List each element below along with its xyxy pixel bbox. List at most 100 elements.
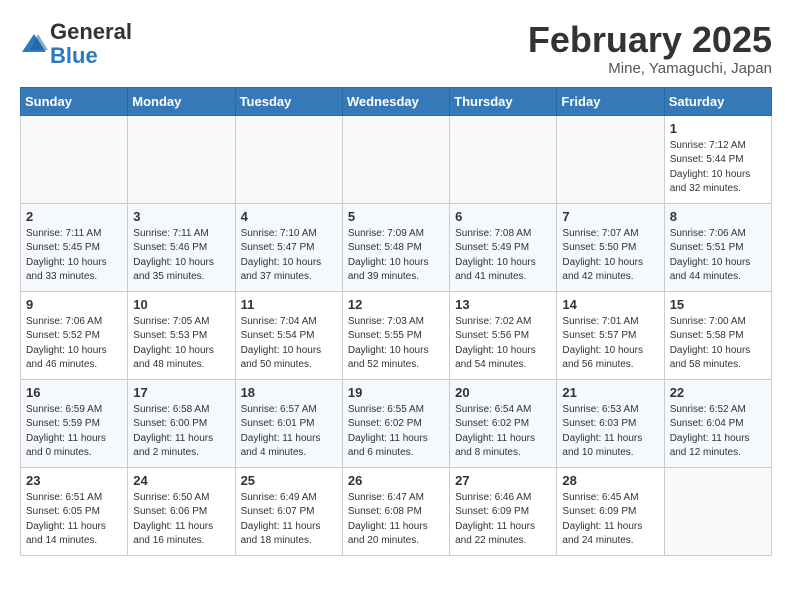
sunrise: Sunrise: 6:50 AM bbox=[133, 492, 209, 503]
day-number: 20 bbox=[455, 385, 551, 400]
sunset: Sunset: 5:50 PM bbox=[562, 242, 636, 253]
sunrise: Sunrise: 6:45 AM bbox=[562, 492, 638, 503]
daylight: Daylight: 10 hours and 46 minutes. bbox=[26, 345, 107, 371]
sunset: Sunset: 5:49 PM bbox=[455, 242, 529, 253]
day-info: Sunrise: 6:46 AMSunset: 6:09 PMDaylight:… bbox=[455, 491, 551, 549]
day-number: 17 bbox=[133, 385, 229, 400]
sunset: Sunset: 5:53 PM bbox=[133, 330, 207, 341]
calendar-cell: 7 Sunrise: 7:07 AM Sunset: 5:50 PM Daylight… bbox=[557, 203, 664, 291]
day-number: 22 bbox=[670, 385, 766, 400]
day-number: 19 bbox=[348, 385, 444, 400]
sunset: Sunset: 5:48 PM bbox=[348, 242, 422, 253]
calendar-cell bbox=[128, 115, 235, 203]
sunset: Sunset: 5:56 PM bbox=[455, 330, 529, 341]
sunrise: Sunrise: 6:52 AM bbox=[670, 404, 746, 415]
sunset: Sunset: 6:02 PM bbox=[348, 418, 422, 429]
daylight: Daylight: 10 hours and 41 minutes. bbox=[455, 257, 536, 283]
sunset: Sunset: 5:59 PM bbox=[26, 418, 100, 429]
calendar-cell: 23Sunrise: 6:51 AMSunset: 6:05 PMDayligh… bbox=[21, 467, 128, 555]
calendar-cell: 22 Sunrise: 6:52 AM Sunset: 6:04 PM Dayligh… bbox=[664, 379, 771, 467]
day-number: 5 bbox=[348, 209, 444, 224]
daylight: Daylight: 10 hours and 33 minutes. bbox=[26, 257, 107, 283]
day-info: Sunrise: 7:07 AM Sunset: 5:50 PM Daylight:… bbox=[562, 227, 658, 285]
sunrise: Sunrise: 6:58 AM bbox=[133, 404, 209, 415]
day-info: Sunrise: 7:05 AMSunset: 5:53 PMDaylight:… bbox=[133, 315, 229, 373]
day-info: Sunrise: 6:45 AMSunset: 6:09 PMDaylight:… bbox=[562, 491, 658, 549]
daylight: Daylight: 10 hours and 58 minutes. bbox=[670, 345, 751, 371]
sunrise: Sunrise: 7:12 AM bbox=[670, 140, 746, 151]
sunrise: Sunrise: 6:55 AM bbox=[348, 404, 424, 415]
sunset: Sunset: 5:57 PM bbox=[562, 330, 636, 341]
day-number: 6 bbox=[455, 209, 551, 224]
calendar-cell: 26Sunrise: 6:47 AMSunset: 6:08 PMDayligh… bbox=[342, 467, 449, 555]
daylight: Daylight: 11 hours and 10 minutes. bbox=[562, 433, 642, 459]
daylight: Daylight: 11 hours and 20 minutes. bbox=[348, 521, 428, 547]
sunset: Sunset: 5:46 PM bbox=[133, 242, 207, 253]
sunset: Sunset: 5:44 PM bbox=[670, 154, 744, 165]
sunrise: Sunrise: 7:01 AM bbox=[562, 316, 638, 327]
sunrise: Sunrise: 7:06 AM bbox=[26, 316, 102, 327]
day-number: 3 bbox=[133, 209, 229, 224]
sunrise: Sunrise: 6:54 AM bbox=[455, 404, 531, 415]
calendar-cell: 17Sunrise: 6:58 AMSunset: 6:00 PMDayligh… bbox=[128, 379, 235, 467]
sunset: Sunset: 6:06 PM bbox=[133, 506, 207, 517]
sunset: Sunset: 6:05 PM bbox=[26, 506, 100, 517]
calendar-cell: 14Sunrise: 7:01 AMSunset: 5:57 PMDayligh… bbox=[557, 291, 664, 379]
sunset: Sunset: 6:08 PM bbox=[348, 506, 422, 517]
calendar-cell: 12Sunrise: 7:03 AMSunset: 5:55 PMDayligh… bbox=[342, 291, 449, 379]
day-info: Sunrise: 7:09 AMSunset: 5:48 PMDaylight:… bbox=[348, 227, 444, 285]
calendar-cell: 16Sunrise: 6:59 AMSunset: 5:59 PMDayligh… bbox=[21, 379, 128, 467]
calendar-cell: 11Sunrise: 7:04 AMSunset: 5:54 PMDayligh… bbox=[235, 291, 342, 379]
calendar-week-row: 9Sunrise: 7:06 AMSunset: 5:52 PMDaylight… bbox=[21, 291, 772, 379]
calendar-cell bbox=[342, 115, 449, 203]
sunrise: Sunrise: 7:03 AM bbox=[348, 316, 424, 327]
logo: General Blue bbox=[20, 20, 132, 68]
sunrise: Sunrise: 7:02 AM bbox=[455, 316, 531, 327]
calendar-cell: 2Sunrise: 7:11 AMSunset: 5:45 PMDaylight… bbox=[21, 203, 128, 291]
calendar-cell: 21Sunrise: 6:53 AMSunset: 6:03 PMDayligh… bbox=[557, 379, 664, 467]
sunrise: Sunrise: 7:00 AM bbox=[670, 316, 746, 327]
logo-icon bbox=[20, 30, 48, 58]
day-info: Sunrise: 6:55 AMSunset: 6:02 PMDaylight:… bbox=[348, 403, 444, 461]
sunrise: Sunrise: 7:11 AM bbox=[26, 228, 101, 239]
daylight: Daylight: 11 hours and 14 minutes. bbox=[26, 521, 106, 547]
sunrise: Sunrise: 6:53 AM bbox=[562, 404, 638, 415]
day-number: 23 bbox=[26, 473, 122, 488]
day-info: Sunrise: 7:11 AM Sunset: 5:45 PM Daylight:… bbox=[26, 227, 122, 285]
calendar-cell: 15Sunrise: 7:00 AMSunset: 5:58 PMDayligh… bbox=[664, 291, 771, 379]
page-header: General Blue February 2025 Mine, Yamaguc… bbox=[20, 20, 772, 77]
sunset: Sunset: 5:51 PM bbox=[670, 242, 744, 253]
sunset: Sunset: 5:54 PM bbox=[241, 330, 315, 341]
daylight: Daylight: 10 hours and 37 minutes. bbox=[241, 257, 322, 283]
sunset: Sunset: 6:04 PM bbox=[670, 418, 744, 429]
sunset: Sunset: 5:45 PM bbox=[26, 242, 100, 253]
daylight: Daylight: 11 hours and 12 minutes. bbox=[670, 433, 750, 459]
day-number: 24 bbox=[133, 473, 229, 488]
sunset: Sunset: 6:01 PM bbox=[241, 418, 315, 429]
daylight: Daylight: 11 hours and 2 minutes. bbox=[133, 433, 213, 459]
sunrise: Sunrise: 6:57 AM bbox=[241, 404, 317, 415]
sunrise: Sunrise: 7:10 AM bbox=[241, 228, 317, 239]
sunrise: Sunrise: 7:08 AM bbox=[455, 228, 531, 239]
sunrise: Sunrise: 7:06 AM bbox=[670, 228, 746, 239]
day-info: Sunrise: 7:02 AMSunset: 5:56 PMDaylight:… bbox=[455, 315, 551, 373]
sunrise: Sunrise: 6:46 AM bbox=[455, 492, 531, 503]
day-number: 4 bbox=[241, 209, 337, 224]
calendar-cell: 27Sunrise: 6:46 AMSunset: 6:09 PMDayligh… bbox=[450, 467, 557, 555]
day-number: 13 bbox=[455, 297, 551, 312]
daylight: Daylight: 10 hours and 42 minutes. bbox=[562, 257, 643, 283]
calendar-week-row: 23Sunrise: 6:51 AMSunset: 6:05 PMDayligh… bbox=[21, 467, 772, 555]
sunrise: Sunrise: 7:07 AM bbox=[562, 228, 638, 239]
calendar-cell bbox=[21, 115, 128, 203]
daylight: Daylight: 10 hours and 52 minutes. bbox=[348, 345, 429, 371]
calendar-table: SundayMondayTuesdayWednesdayThursdayFrid… bbox=[20, 87, 772, 556]
calendar-header-wednesday: Wednesday bbox=[342, 87, 449, 115]
month-title: February 2025 bbox=[528, 20, 772, 60]
day-info: Sunrise: 6:49 AMSunset: 6:07 PMDaylight:… bbox=[241, 491, 337, 549]
day-info: Sunrise: 6:53 AMSunset: 6:03 PMDaylight:… bbox=[562, 403, 658, 461]
day-info: Sunrise: 7:01 AMSunset: 5:57 PMDaylight:… bbox=[562, 315, 658, 373]
calendar-week-row: 1Sunrise: 7:12 AMSunset: 5:44 PMDaylight… bbox=[21, 115, 772, 203]
day-number: 7 bbox=[562, 209, 658, 224]
calendar-cell bbox=[235, 115, 342, 203]
day-info: Sunrise: 6:59 AMSunset: 5:59 PMDaylight:… bbox=[26, 403, 122, 461]
